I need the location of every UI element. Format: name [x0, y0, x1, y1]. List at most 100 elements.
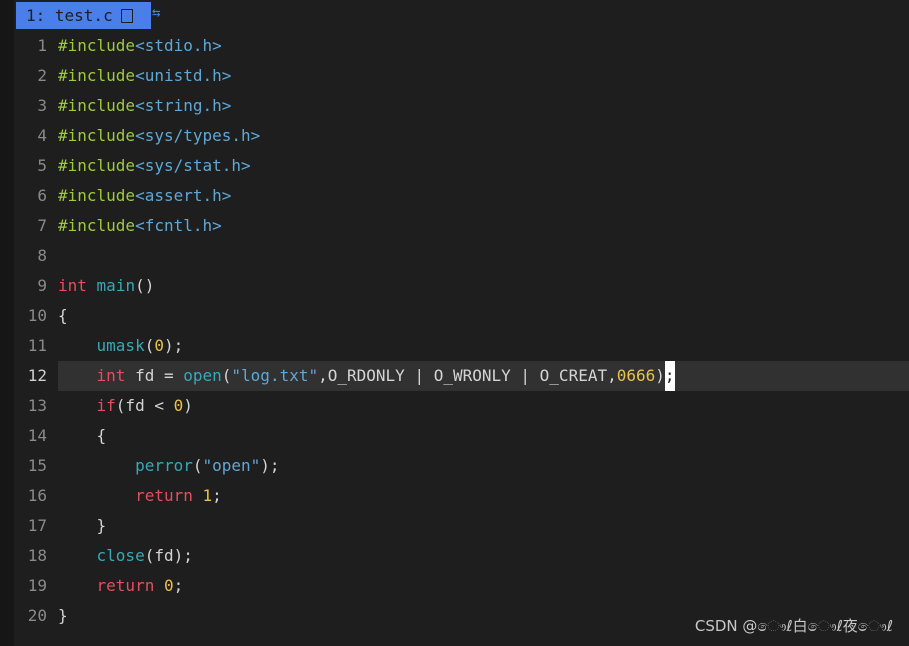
- code-token: #include: [58, 36, 136, 55]
- code-token: #include: [58, 216, 136, 235]
- line-number: 12: [27, 366, 47, 385]
- code-text: #include<sys/types.h>: [58, 121, 260, 151]
- code-text: #include<sys/stat.h>: [58, 151, 251, 181]
- code-token: "log.txt": [231, 366, 319, 385]
- code-token: if: [96, 396, 116, 415]
- code-text: umask(0);: [58, 331, 184, 361]
- code-text: #include<fcntl.h>: [58, 211, 222, 241]
- watermark: CSDN @ෞℓ白ෞℓ夜ෞℓ: [694, 617, 893, 635]
- code-text: int fd = open("log.txt",O_RDONLY | O_WRO…: [58, 361, 675, 391]
- code-token: <sys/types.h>: [135, 126, 261, 145]
- tabline: 1: test.c ⇆: [0, 0, 909, 31]
- code-token: 0666: [616, 366, 656, 385]
- line-number: 3: [37, 96, 47, 115]
- line-number: 16: [27, 486, 47, 505]
- code-line[interactable]: 8: [14, 241, 909, 271]
- code-token: <string.h>: [135, 96, 232, 115]
- code-token: {: [58, 426, 107, 445]
- code-token: 0: [173, 396, 184, 415]
- code-token: (): [135, 276, 155, 295]
- code-line[interactable]: 19 return 0;: [14, 571, 909, 601]
- line-number: 1: [37, 36, 47, 55]
- code-line[interactable]: 15 perror("open");: [14, 451, 909, 481]
- line-number: 19: [27, 576, 47, 595]
- code-token: (: [144, 336, 155, 355]
- line-number: 20: [27, 606, 47, 625]
- code-text: close(fd);: [58, 541, 193, 571]
- code-token: ): [183, 396, 193, 415]
- code-line[interactable]: 11 umask(0);: [14, 331, 909, 361]
- code-token: #include: [58, 156, 136, 175]
- code-token: return: [96, 576, 155, 595]
- code-token: close: [96, 546, 145, 565]
- code-text: }: [58, 511, 107, 541]
- code-line[interactable]: 12 int fd = open("log.txt",O_RDONLY | O_…: [28, 361, 909, 391]
- tab-test-c[interactable]: 1: test.c: [16, 2, 151, 29]
- line-number: 15: [27, 456, 47, 475]
- code-token: #include: [58, 126, 136, 145]
- code-line[interactable]: 14 {: [14, 421, 909, 451]
- line-number: 10: [27, 306, 47, 325]
- code-line[interactable]: 7 #include<fcntl.h>: [14, 211, 909, 241]
- code-line[interactable]: 2 #include<unistd.h>: [14, 61, 909, 91]
- code-token: <sys/stat.h>: [135, 156, 251, 175]
- code-token: int: [58, 276, 87, 295]
- code-token: ;: [173, 576, 184, 595]
- code-line[interactable]: 13 if(fd < 0): [14, 391, 909, 421]
- code-text: #include<string.h>: [58, 91, 231, 121]
- line-number: 14: [27, 426, 47, 445]
- code-line[interactable]: 6 #include<assert.h>: [14, 181, 909, 211]
- code-token: ,O_RDONLY | O_WRONLY | O_CREAT,: [318, 366, 617, 385]
- code-token: }: [58, 516, 107, 535]
- code-text: return 1;: [58, 481, 222, 511]
- code-token: );: [163, 336, 184, 355]
- code-text: }: [58, 601, 68, 631]
- code-line[interactable]: 5 #include<sys/stat.h>: [14, 151, 909, 181]
- code-token: ): [655, 366, 665, 385]
- code-text: return 0;: [58, 571, 184, 601]
- code-token: 1: [202, 486, 213, 505]
- code-token: <assert.h>: [135, 186, 232, 205]
- code-line[interactable]: 9 int main(): [14, 271, 909, 301]
- code-token: main: [96, 276, 136, 295]
- tab-modified-icon: [120, 9, 133, 23]
- text-cursor: ;: [664, 361, 675, 391]
- line-number: 6: [37, 186, 47, 205]
- code-token: <fcntl.h>: [135, 216, 222, 235]
- code-line[interactable]: 10 {: [14, 301, 909, 331]
- code-token: 0: [163, 576, 174, 595]
- code-token: <stdio.h>: [135, 36, 222, 55]
- code-token: );: [260, 456, 280, 475]
- code-line[interactable]: 16 return 1;: [14, 481, 909, 511]
- code-token: ;: [212, 486, 222, 505]
- code-token: 0: [154, 336, 164, 355]
- code-token: perror: [135, 456, 193, 475]
- code-line[interactable]: 1 #include<stdio.h>: [14, 31, 909, 61]
- line-number: 18: [27, 546, 47, 565]
- code-line[interactable]: 3 #include<string.h>: [14, 91, 909, 121]
- code-token: (fd);: [144, 546, 193, 565]
- line-number: 13: [27, 396, 47, 415]
- code-token: (: [221, 366, 232, 385]
- code-token: (fd <: [115, 396, 174, 415]
- code-editor[interactable]: 1 #include<stdio.h> 2 #include<unistd.h> 3 #i…: [14, 31, 909, 631]
- code-token: int: [96, 366, 126, 385]
- line-number: 5: [37, 156, 47, 175]
- line-number: 9: [37, 276, 47, 295]
- code-line[interactable]: 18 close(fd);: [14, 541, 909, 571]
- line-number: 4: [37, 126, 47, 145]
- tab-label: 1: test.c: [26, 6, 113, 25]
- code-line[interactable]: 4 #include<sys/types.h>: [14, 121, 909, 151]
- code-text: {: [58, 301, 68, 331]
- code-line[interactable]: 17 }: [14, 511, 909, 541]
- code-text: #include<stdio.h>: [58, 31, 222, 61]
- code-text: #include<assert.h>: [58, 181, 231, 211]
- code-text: int main(): [58, 271, 154, 301]
